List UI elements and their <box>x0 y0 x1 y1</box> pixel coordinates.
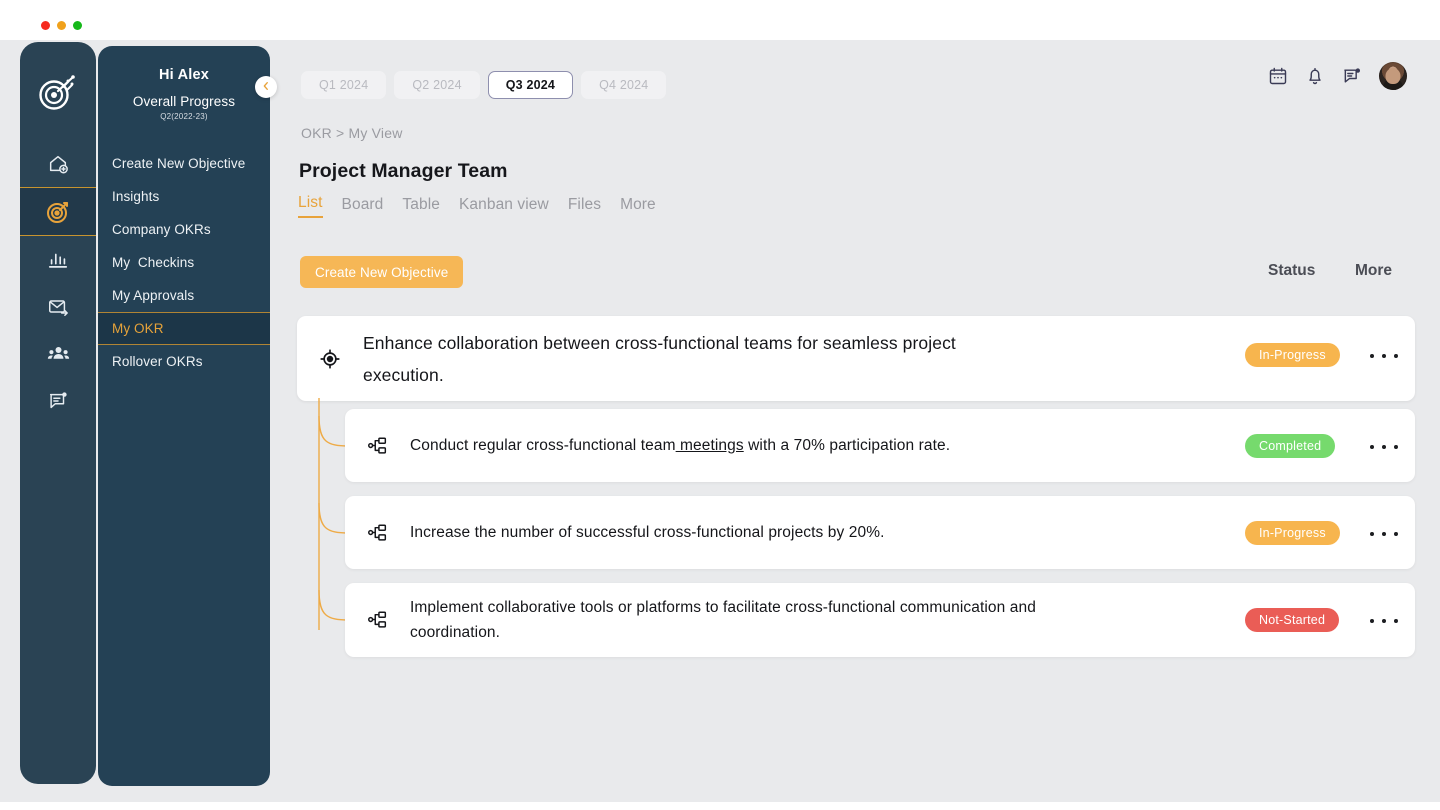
sidebar-item-my-checkins[interactable]: My Checkins <box>98 246 270 279</box>
bell-icon[interactable] <box>1305 66 1325 86</box>
sidebar-item-analytics[interactable] <box>20 236 96 283</box>
greeting-text: Hi Alex <box>158 67 210 83</box>
sidebar-item-teams[interactable] <box>20 330 96 377</box>
objective-text: Enhance collaboration between cross-func… <box>363 332 956 385</box>
sidebar-item-insights[interactable]: Insights <box>98 180 270 213</box>
target-objective-icon <box>297 348 363 370</box>
tab-more[interactable]: More <box>620 196 675 218</box>
ellipsis-icon[interactable] <box>1370 611 1398 631</box>
tab-kanban-view[interactable]: Kanban view <box>459 196 568 218</box>
sidebar-item-reports[interactable] <box>20 377 96 424</box>
status-badge[interactable]: In-Progress <box>1245 521 1340 545</box>
calendar-icon[interactable] <box>1268 66 1288 86</box>
sidebar-header: Hi Alex Overall Progress Q2(2022-23) <box>98 46 270 121</box>
header-actions <box>1268 62 1407 90</box>
sidebar-item-my-okr[interactable]: My OKR <box>98 312 270 345</box>
status-badge[interactable]: Completed <box>1245 434 1336 458</box>
sidebar-collapse-button[interactable] <box>255 76 277 98</box>
maximize-window-button[interactable] <box>73 21 82 30</box>
view-tabs: List Board Table Kanban view Files More <box>298 194 675 218</box>
overall-progress-label: Overall Progress <box>132 94 236 109</box>
close-window-button[interactable] <box>41 21 50 30</box>
tab-board[interactable]: Board <box>342 196 403 218</box>
bar-chart-icon <box>47 249 69 271</box>
sidebar-item-messages[interactable] <box>20 283 96 330</box>
column-header-status: Status <box>1268 262 1316 279</box>
ellipsis-icon[interactable] <box>1370 346 1398 366</box>
message-note-icon <box>47 390 69 412</box>
avatar[interactable] <box>1379 62 1407 90</box>
quarter-tab-q1[interactable]: Q1 2024 <box>301 71 387 99</box>
target-arrows-logo-icon[interactable] <box>20 56 96 126</box>
page-title: Project Manager Team <box>299 160 508 182</box>
target-icon <box>46 200 70 224</box>
sidebar-item-company-okrs[interactable]: Company OKRs <box>98 213 270 246</box>
column-header-more: More <box>1355 262 1393 279</box>
title-bar <box>0 0 1440 40</box>
sidebar-item-rollover-okrs[interactable]: Rollover OKRs <box>98 345 270 378</box>
chevron-left-icon <box>261 78 271 96</box>
mail-send-icon <box>47 296 69 318</box>
tab-list[interactable]: List <box>298 194 323 218</box>
app-window: Hi Alex Overall Progress Q2(2022-23) Cre… <box>0 0 1440 810</box>
key-result-text-after: with a 70% participation rate. <box>743 437 951 454</box>
hierarchy-icon <box>345 435 410 457</box>
sidebar-item-create-new-objective[interactable]: Create New Objective <box>98 147 270 180</box>
window-controls <box>41 21 82 30</box>
breadcrumb[interactable]: OKR > My View <box>301 125 403 141</box>
ellipsis-icon[interactable] <box>1370 437 1398 457</box>
tab-files[interactable]: Files <box>568 196 620 218</box>
key-result-text: Increase the number of successful cross-… <box>410 524 885 541</box>
minimize-window-button[interactable] <box>57 21 66 30</box>
sidebar-item-home[interactable] <box>20 140 96 187</box>
hierarchy-icon <box>345 609 410 631</box>
status-badge[interactable]: In-Progress <box>1245 343 1340 367</box>
key-result-text: Implement collaborative tools or platfor… <box>410 599 1036 641</box>
home-plus-icon <box>47 153 69 175</box>
rail-item-list <box>20 140 96 424</box>
key-result-text-before: Conduct regular cross-functional team <box>410 437 676 454</box>
message-icon[interactable] <box>1342 66 1362 86</box>
icon-rail <box>20 42 96 784</box>
sidebar-quarter-label: Q2(2022-23) <box>160 112 208 121</box>
status-badge[interactable]: Not-Started <box>1245 608 1340 632</box>
quarter-tab-q2[interactable]: Q2 2024 <box>394 71 480 99</box>
ellipsis-icon[interactable] <box>1370 524 1398 544</box>
key-result-text-underlined: meetings <box>675 437 744 454</box>
quarter-tab-q3[interactable]: Q3 2024 <box>487 71 574 99</box>
create-new-objective-button[interactable]: Create New Objective <box>300 256 464 288</box>
sidebar-item-okr[interactable] <box>20 187 96 236</box>
sidebar-menu: Create New Objective Insights Company OK… <box>98 147 270 378</box>
users-icon <box>47 342 70 365</box>
quarter-tabs: Q1 2024 Q2 2024 Q3 2024 Q4 2024 <box>301 71 667 99</box>
key-result-text: Conduct regular cross-functional team me… <box>410 433 1050 458</box>
sidebar-item-my-approvals[interactable]: My Approvals <box>98 279 270 312</box>
hierarchy-icon <box>345 522 410 544</box>
tab-table[interactable]: Table <box>402 196 459 218</box>
quarter-tab-q4[interactable]: Q4 2024 <box>581 71 667 99</box>
bottom-strip <box>0 802 1440 810</box>
secondary-sidebar: Hi Alex Overall Progress Q2(2022-23) Cre… <box>98 46 270 786</box>
